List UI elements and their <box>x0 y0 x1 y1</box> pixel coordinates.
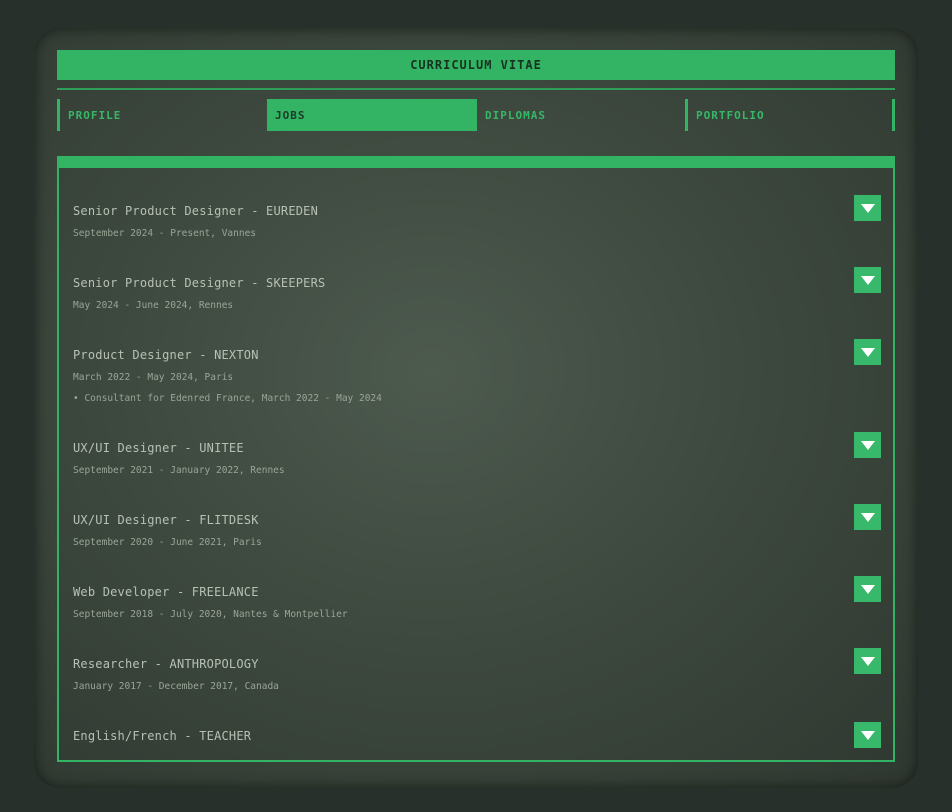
page-title: CURRICULUM VITAE <box>410 58 542 72</box>
expand-button[interactable] <box>854 195 881 221</box>
job-title: English/French - TEACHER <box>73 729 252 743</box>
list-item: UX/UI Designer - UNITEE September 2021 -… <box>73 432 881 476</box>
chevron-down-icon <box>860 275 875 285</box>
jobs-list: Senior Product Designer - EUREDEN Septem… <box>57 156 895 762</box>
job-dates-location: March 2022 - May 2024, Paris <box>73 372 234 383</box>
list-item: Senior Product Designer - SKEEPERS May 2… <box>73 267 881 311</box>
tab-portfolio-label: PORTFOLIO <box>696 108 765 122</box>
expand-button[interactable] <box>854 648 881 674</box>
tab-bar: PROFILE JOBS DIPLOMAS PORTFOLIO <box>57 99 895 131</box>
title-bar: CURRICULUM VITAE <box>57 50 895 80</box>
job-dates-location: September 2024 - Present, Vannes <box>73 228 257 239</box>
job-title: Senior Product Designer - EUREDEN <box>73 204 319 218</box>
list-item: UX/UI Designer - FLITDESK September 2020… <box>73 504 881 548</box>
job-dates-location: September 2018 - July 2020, Nantes & Mon… <box>73 609 348 620</box>
job-title: Senior Product Designer - SKEEPERS <box>73 276 326 290</box>
tab-jobs-label: JOBS <box>275 108 306 122</box>
tab-diplomas-label: DIPLOMAS <box>485 108 546 122</box>
chevron-down-icon <box>860 440 875 450</box>
expand-button[interactable] <box>854 432 881 458</box>
job-title: Product Designer - NEXTON <box>73 348 259 362</box>
job-title: Researcher - ANTHROPOLOGY <box>73 657 259 671</box>
list-item: Product Designer - NEXTON March 2022 - M… <box>73 339 881 404</box>
expand-button[interactable] <box>854 267 881 293</box>
chevron-down-icon <box>860 730 875 740</box>
list-item: Researcher - ANTHROPOLOGY January 2017 -… <box>73 648 881 692</box>
list-item: English/French - TEACHER <box>73 722 881 748</box>
chevron-down-icon <box>860 584 875 594</box>
expand-button[interactable] <box>854 576 881 602</box>
chevron-down-icon <box>860 203 875 213</box>
chevron-down-icon <box>860 347 875 357</box>
job-title: UX/UI Designer - FLITDESK <box>73 513 259 527</box>
tab-profile-label: PROFILE <box>68 108 122 122</box>
tab-portfolio[interactable]: PORTFOLIO <box>685 99 895 131</box>
job-dates-location: January 2017 - December 2017, Canada <box>73 681 279 692</box>
chevron-down-icon <box>860 512 875 522</box>
job-dates-location: May 2024 - June 2024, Rennes <box>73 300 234 311</box>
tab-profile[interactable]: PROFILE <box>57 99 267 131</box>
expand-button[interactable] <box>854 339 881 365</box>
chevron-down-icon <box>860 656 875 666</box>
list-item: Senior Product Designer - EUREDEN Septem… <box>73 195 881 239</box>
list-item: Web Developer - FREELANCE September 2018… <box>73 576 881 620</box>
job-title: Web Developer - FREELANCE <box>73 585 259 599</box>
job-dates-location: September 2021 - January 2022, Rennes <box>73 465 285 476</box>
title-divider <box>57 88 895 90</box>
tab-diplomas[interactable]: DIPLOMAS <box>477 99 687 131</box>
job-dates-location: September 2020 - June 2021, Paris <box>73 537 262 548</box>
job-title: UX/UI Designer - UNITEE <box>73 441 244 455</box>
expand-button[interactable] <box>854 722 881 748</box>
tab-jobs[interactable]: JOBS <box>267 99 477 131</box>
expand-button[interactable] <box>854 504 881 530</box>
job-note: • Consultant for Edenred France, March 2… <box>73 393 382 404</box>
